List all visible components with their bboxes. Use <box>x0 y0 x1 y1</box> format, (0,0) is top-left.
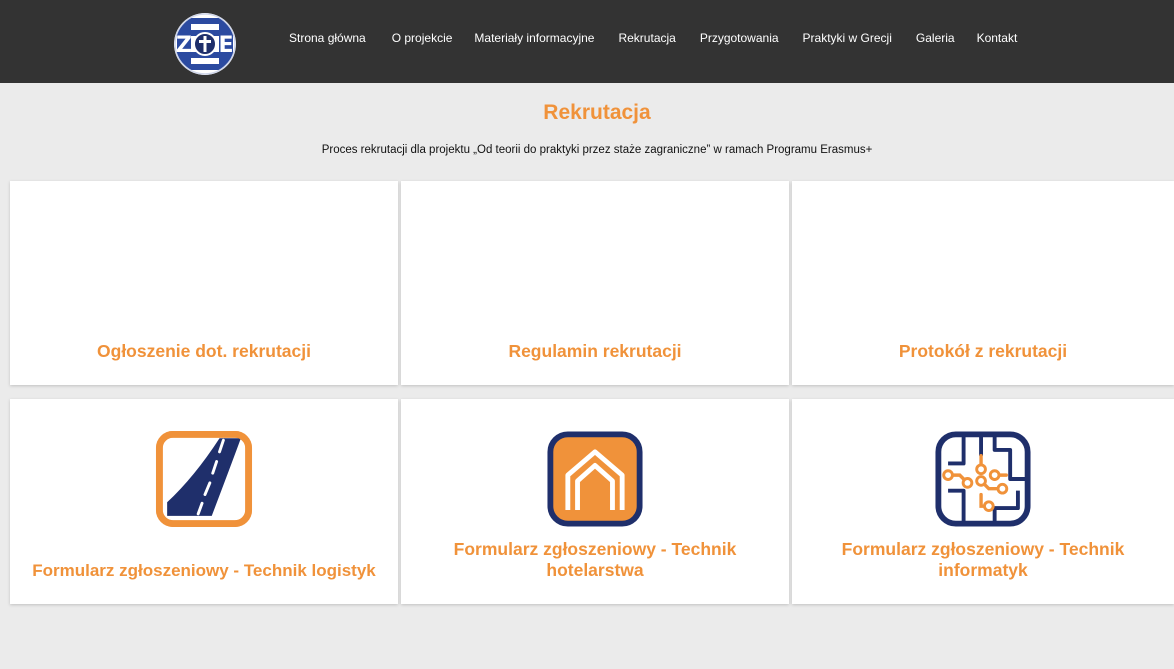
card-recruitment-protocol[interactable]: Protokół z rekrutacji <box>792 181 1174 385</box>
card-form-it[interactable]: Formularz zgłoszeniowy - Technik informa… <box>792 399 1174 604</box>
nav-item-preparations[interactable]: Przygotowania <box>700 31 779 45</box>
top-navbar: Z E Strona główna O projekcie Materiały … <box>0 0 1174 83</box>
nav-item-greece-internships[interactable]: Praktyki w Grecji <box>803 31 892 45</box>
card-title: Protokół z rekrutacji <box>898 341 1068 361</box>
card-title: Formularz zgłoszeniowy - Technik informa… <box>841 539 1125 580</box>
card-title: Ogłoszenie dot. rekrutacji <box>97 341 311 361</box>
circuit-icon <box>935 431 1031 527</box>
nav-item-recruitment[interactable]: Rekrutacja <box>618 31 675 45</box>
school-logo-icon[interactable]: Z E <box>172 12 238 76</box>
nav-item-about[interactable]: O projekcie <box>392 31 453 45</box>
nav-item-materials[interactable]: Materiały informacyjne <box>474 31 594 45</box>
svg-text:E: E <box>218 33 233 58</box>
card-form-logistics[interactable]: Formularz zgłoszeniowy - Technik logisty… <box>10 399 398 604</box>
svg-text:Z: Z <box>176 33 192 58</box>
card-recruitment-rules[interactable]: Regulamin rekrutacji <box>401 181 789 385</box>
card-title: Formularz zgłoszeniowy - Technik hotelar… <box>453 539 737 580</box>
road-icon <box>155 430 253 528</box>
page-title: Rekrutacja <box>543 101 651 124</box>
nav-item-contact[interactable]: Kontakt <box>977 31 1018 45</box>
nav-item-gallery[interactable]: Galeria <box>916 31 955 45</box>
nav-item-home[interactable]: Strona główna <box>289 31 366 45</box>
card-recruitment-announcement[interactable]: Ogłoszenie dot. rekrutacji <box>10 181 398 385</box>
card-form-hotel[interactable]: Formularz zgłoszeniowy - Technik hotelar… <box>401 399 789 604</box>
house-icon <box>547 431 643 527</box>
page-subtitle: Proces rekrutacji dla projektu „Od teori… <box>321 144 873 156</box>
card-title: Formularz zgłoszeniowy - Technik logisty… <box>32 561 376 580</box>
main-nav: Strona główna O projekcie Materiały info… <box>289 30 1017 46</box>
card-title: Regulamin rekrutacji <box>508 341 682 361</box>
